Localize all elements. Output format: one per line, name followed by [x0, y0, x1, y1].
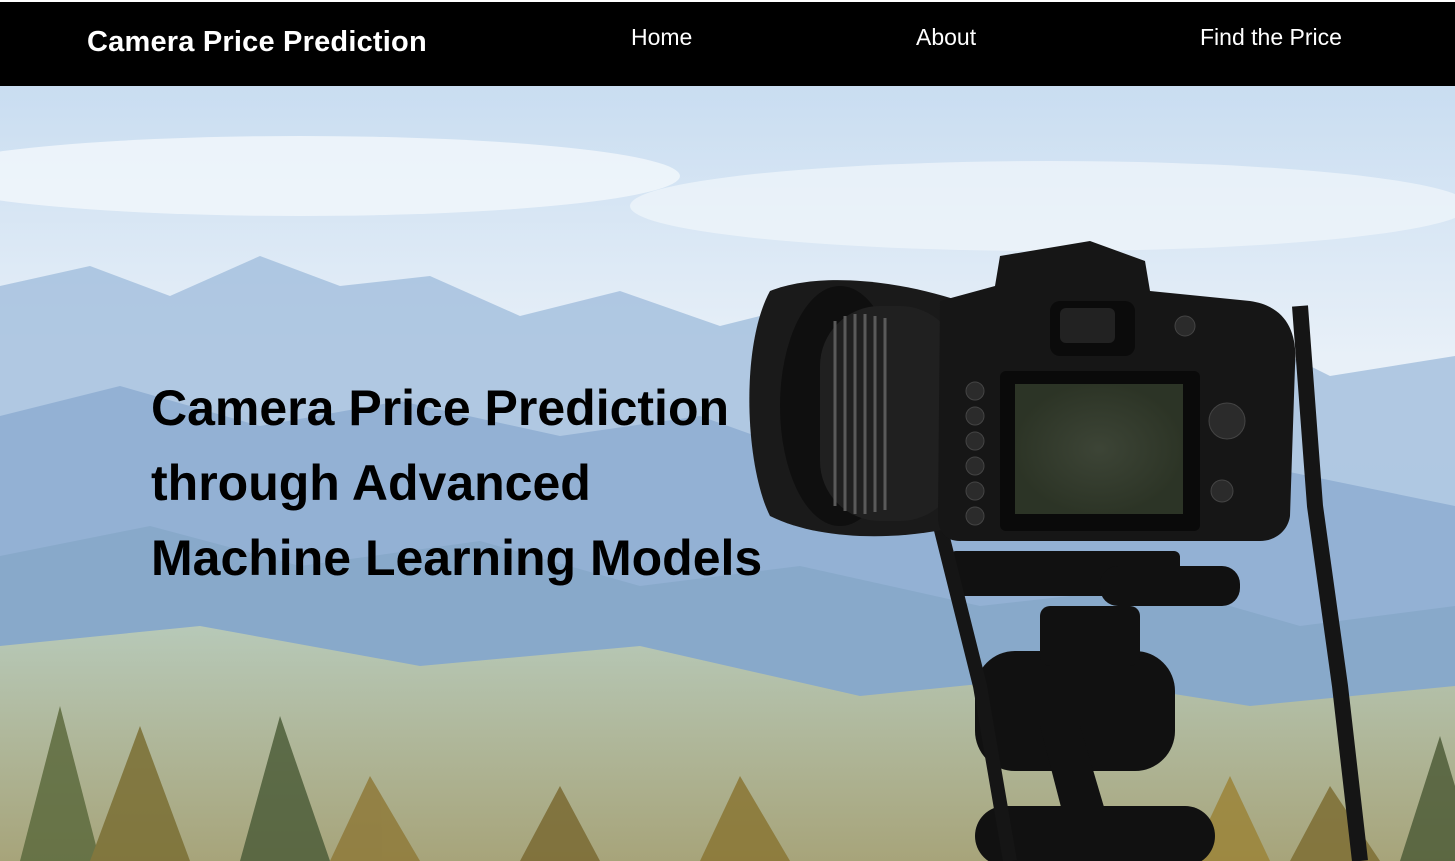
- hero-title: Camera Price Prediction through Advanced…: [151, 371, 851, 596]
- hero-title-line: Machine Learning Models: [151, 530, 763, 586]
- hero-title-line: Camera Price Prediction: [151, 380, 730, 436]
- nav-link-about[interactable]: About: [916, 24, 976, 51]
- nav-link-find-the-price[interactable]: Find the Price: [1200, 24, 1342, 51]
- brand-logo-text[interactable]: Camera Price Prediction: [87, 26, 427, 59]
- navbar: Camera Price Prediction Home About Find …: [0, 2, 1455, 86]
- hero-section: Camera Price Prediction through Advanced…: [0, 86, 1455, 861]
- hero-title-line: through Advanced: [151, 455, 591, 511]
- nav-link-home[interactable]: Home: [631, 24, 692, 51]
